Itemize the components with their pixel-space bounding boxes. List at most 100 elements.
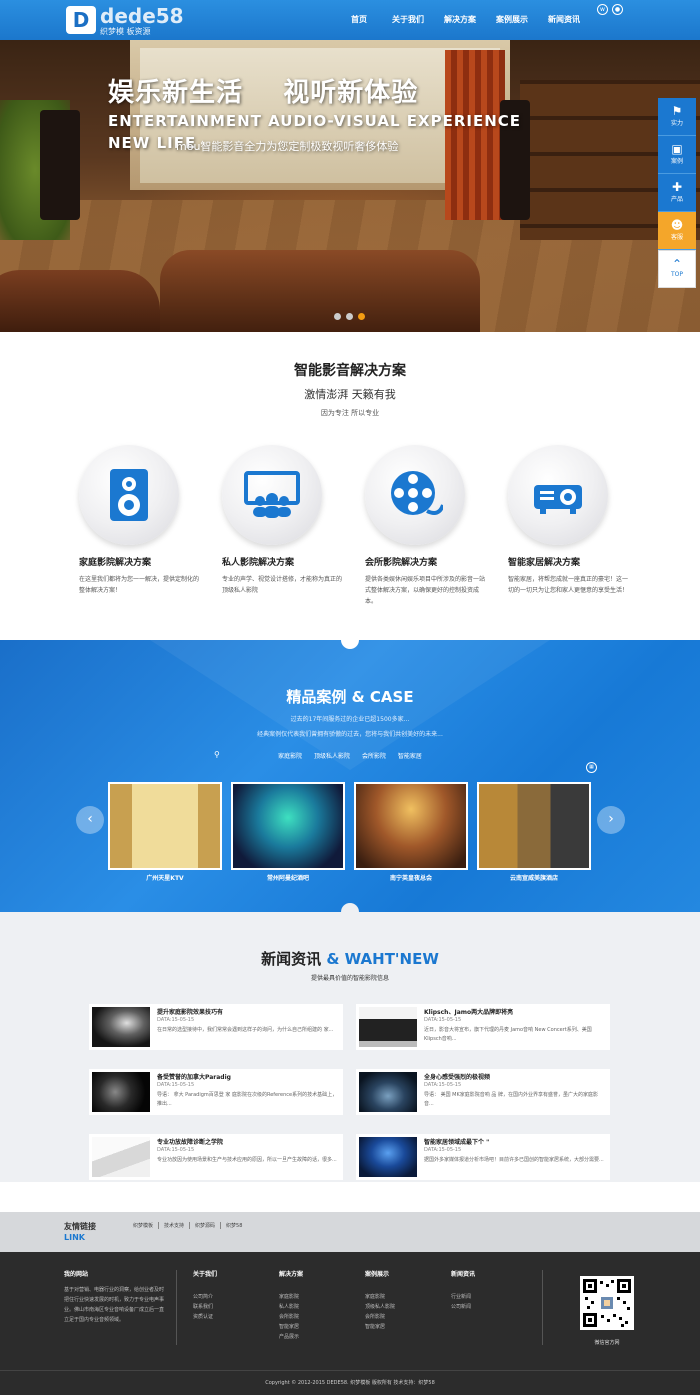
main-nav: 首页 关于我们 解决方案 案例展示 新闻资讯	[336, 0, 590, 40]
cases-intro-1: 过去的17年间服务过的企业已超1500多家...	[290, 716, 410, 723]
logo-mark: D	[66, 6, 96, 34]
news-item[interactable]: 智能家居领域成最下个 " DATA:15-05-15 据国外多家媒体报道分析市场…	[356, 1134, 610, 1180]
banner-subtitle: mou智能影音全力为您定制极致视听奢侈体验	[176, 140, 399, 153]
solution-home-theater[interactable]: 家庭影院解决方案 在这里我们都将为您一一解决，提供定制化的整体解决方案！	[79, 445, 209, 596]
side-service-label: 客服	[670, 234, 683, 241]
solution-home-theater-badge	[79, 445, 179, 545]
solution-club-cinema[interactable]: 会所影院解决方案 提供各类娱休闲娱乐项目中所涉及的影音一站式整体解决方案，以确保…	[365, 445, 495, 607]
footer-link[interactable]: 行业新闻	[451, 1292, 471, 1302]
nav-solutions[interactable]: 解决方案	[434, 0, 486, 40]
news-item[interactable]: Klipsch、Jamo两大品牌即将亮 DATA:15-05-15 近日，影音大…	[356, 1004, 610, 1050]
side-cases-label: 案例	[670, 158, 683, 165]
chevron-up-icon: ⌃	[671, 257, 683, 271]
solution-name: 智能家居解决方案	[508, 558, 581, 568]
news-item-title: 智能家居领域成最下个 "	[424, 1139, 490, 1146]
side-strength-label: 实力	[670, 120, 683, 127]
cases-title: 精品案例 & CASE	[286, 688, 414, 706]
cases-next-button[interactable]: ›	[597, 806, 625, 834]
wechat-icon[interactable]: ●	[612, 4, 623, 15]
news-item[interactable]: 全身心感受强烈的极视频 DATA:15-05-15 导语： 美国 MK家庭影院音…	[356, 1069, 610, 1115]
nav-about[interactable]: 关于我们	[382, 0, 434, 40]
side-strength[interactable]: ⚑ 实力	[658, 98, 696, 136]
friend-link[interactable]: 织梦源码	[190, 1222, 222, 1229]
case-card[interactable]: 云南宣威美旗酒店	[477, 782, 591, 882]
speaker-icon	[110, 469, 148, 521]
news-thumbnail	[359, 1072, 417, 1112]
header-social: w ●	[597, 4, 623, 15]
footer-col-title: 关于我们	[193, 1271, 218, 1278]
nav-news[interactable]: 新闻资讯	[538, 0, 590, 40]
news-item[interactable]: 专业功放故障诊断之学院 DATA:15-05-15 专业功放因为使用场景和生产与…	[89, 1134, 343, 1180]
side-products[interactable]: ✚ 产品	[658, 174, 696, 212]
flag-icon: ⚑	[671, 104, 683, 118]
qr-caption: 微信官方网	[594, 1340, 620, 1346]
footer-link[interactable]: 顶级私人影院	[365, 1302, 395, 1312]
friend-link[interactable]: 织梦模板	[128, 1222, 160, 1229]
footer-col-links: 行业新闻 公司新闻	[451, 1292, 471, 1312]
footer-link[interactable]: 资质认证	[193, 1312, 213, 1322]
side-toolbar: ⚑ 实力 ▣ 案例 ✚ 产品 ☻ 客服 ⌃ TOP	[658, 98, 696, 288]
news-item-excerpt: 导语： 美国 MK家庭影院音响 品 牌，在国内外业界享有盛誉，虽广大的家庭影音.…	[424, 1092, 598, 1107]
case-name: 云南宣威美旗酒店	[509, 875, 558, 882]
news-item-excerpt: 导语： 拿大 Paradigm百思登 家 庭影院在次级的Reference系列的…	[157, 1092, 338, 1107]
nav-home[interactable]: 首页	[336, 0, 382, 40]
case-card[interactable]: 广州天星KTV	[108, 782, 222, 882]
grid-icon[interactable]: ▦	[586, 762, 597, 773]
friend-link[interactable]: 织梦58	[221, 1222, 247, 1229]
news-item-excerpt: 在日常的选型接待中，我们常常会遇到这样子的询问，为什么自己所组建的 家...	[157, 1027, 334, 1033]
site-logo[interactable]: D dede58 织梦模 板资源	[66, 4, 206, 36]
footer-link[interactable]: 会所影院	[365, 1312, 395, 1322]
news-item-date: DATA:15-05-15	[424, 1082, 462, 1088]
cases-prev-button[interactable]: ‹	[76, 806, 104, 834]
solution-desc: 在这里我们都将为您一一解决，提供定制化的整体解决方案！	[79, 576, 200, 594]
footer-link[interactable]: 家庭影院	[279, 1292, 299, 1302]
news-item[interactable]: 提升家庭影院效果技巧有 DATA:15-05-15 在日常的选型接待中，我们常常…	[89, 1004, 343, 1050]
side-cases[interactable]: ▣ 案例	[658, 136, 696, 174]
footer-link[interactable]: 会所影院	[279, 1312, 299, 1322]
footer-link[interactable]: 智能家居	[365, 1322, 395, 1332]
weibo-icon[interactable]: w	[597, 4, 608, 15]
footer-link[interactable]: 家庭影院	[365, 1292, 395, 1302]
nav-cases[interactable]: 案例展示	[486, 0, 538, 40]
cases-tab-home[interactable]: 家庭影院	[278, 753, 302, 760]
friend-link[interactable]: 技术支持	[159, 1222, 191, 1229]
audience-screen-icon	[244, 471, 300, 518]
slider-dot-3[interactable]	[358, 313, 365, 320]
case-image	[108, 782, 222, 870]
cases-tab-private[interactable]: 顶级私人影院	[314, 753, 350, 760]
case-card[interactable]: 南宁英皇夜总会	[354, 782, 468, 882]
image-icon: ▣	[671, 142, 683, 156]
news-subtitle: 提供最具价值的智能影院信息	[310, 975, 389, 982]
cases-tab-club[interactable]: 会所影院	[362, 753, 386, 760]
solution-club-cinema-badge	[365, 445, 465, 545]
news-item-date: DATA:15-05-15	[157, 1017, 195, 1023]
cases-tab-smart[interactable]: 智能家居	[398, 753, 422, 760]
footer-link[interactable]: 公司简介	[193, 1292, 213, 1302]
side-back-to-top[interactable]: ⌃ TOP	[658, 250, 696, 288]
footer-link[interactable]: 私人影院	[279, 1302, 299, 1312]
news-item-title: Klipsch、Jamo两大品牌即将亮	[424, 1009, 514, 1016]
side-customer-service[interactable]: ☻ 客服	[658, 212, 696, 250]
slider-dot-2[interactable]	[346, 313, 353, 320]
footer-link[interactable]: 联系我们	[193, 1302, 213, 1312]
side-products-label: 产品	[670, 196, 683, 203]
news-item-title: 提升家庭影院效果技巧有	[157, 1009, 224, 1016]
news-item[interactable]: 备受赞誉的加拿大Paradig DATA:15-05-15 导语： 拿大 Par…	[89, 1069, 343, 1115]
case-name: 常州阿曼纪酒吧	[266, 875, 309, 882]
solution-private-cinema[interactable]: 私人影院解决方案 专业的声学、视觉设计搭修，才能称为真正的顶级私人影院	[222, 445, 352, 596]
solution-smart-home[interactable]: 智能家居解决方案 智能家居，将帮您成就一座真正的豪宅！这一切的一切只为让您和家人…	[508, 445, 638, 596]
footer-col-title: 新闻资讯	[451, 1271, 476, 1278]
case-card[interactable]: 常州阿曼纪酒吧	[231, 782, 345, 882]
news-title-cn: 新闻资讯	[261, 950, 322, 968]
slider-dot-1[interactable]	[334, 313, 341, 320]
footer-link[interactable]: 产品展示	[279, 1332, 299, 1342]
wechat-qr-code	[580, 1276, 634, 1330]
news-item-date: DATA:15-05-15	[157, 1082, 195, 1088]
footer-link[interactable]: 公司新闻	[451, 1302, 471, 1312]
footer-col-links: 家庭影院 私人影院 会所影院 智能家居 产品展示	[279, 1292, 299, 1342]
page: D dede58 织梦模 板资源 首页 关于我们 解决方案 案例展示 新闻资讯 …	[0, 0, 700, 1395]
logo-text: dede58	[100, 4, 184, 28]
news-item-title: 专业功放故障诊断之学院	[157, 1139, 224, 1146]
footer-link[interactable]: 智能家居	[279, 1322, 299, 1332]
qr-code-icon	[583, 1279, 631, 1327]
